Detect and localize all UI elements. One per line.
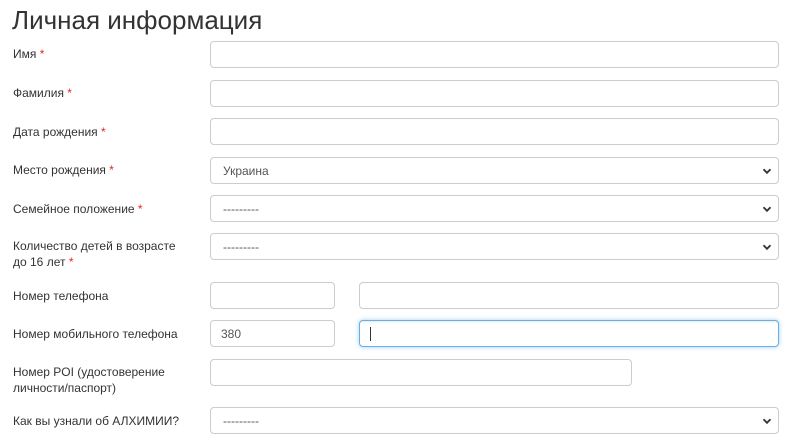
phone-label: Номер телефона [13,289,109,303]
chevron-down-icon [762,204,772,214]
last-name-label: Фамилия * [13,86,72,100]
children-count-selected: --------- [223,239,259,254]
first-name-input[interactable] [210,41,779,68]
birth-place-select[interactable]: Украина [210,157,779,184]
mobile-code-input[interactable] [210,320,335,347]
required-mark: * [101,125,106,139]
poi-input[interactable] [210,359,632,386]
last-name-input[interactable] [210,80,779,107]
first-name-label: Имя * [13,47,45,61]
required-mark: * [67,86,72,100]
phone-number-input[interactable] [359,282,779,309]
phone-code-input[interactable] [210,282,335,309]
birth-date-label: Дата рождения * [13,125,106,139]
required-mark: * [137,202,143,216]
mobile-number-input[interactable] [359,320,779,347]
birth-place-label: Место рождения * [13,163,114,177]
mobile-label: Номер мобильного телефона [13,327,178,341]
birth-date-input[interactable] [210,118,779,145]
poi-label: Номер POI (удостоверение личности/паспор… [13,365,165,395]
chevron-down-icon [762,166,772,176]
text-cursor [370,327,371,341]
children-count-select[interactable]: --------- [210,233,779,260]
referral-selected: --------- [223,413,259,428]
required-mark: * [39,47,45,61]
required-mark: * [109,163,114,177]
marital-status-selected: --------- [223,201,259,216]
marital-status-label: Семейное положение * [13,202,143,216]
referral-select[interactable]: --------- [210,407,779,434]
required-mark: * [68,255,74,269]
chevron-down-icon [762,416,772,426]
referral-label: Как вы узнали об АЛХИМИИ? [13,414,179,428]
marital-status-select[interactable]: --------- [210,195,779,222]
page-title: Личная информация [12,5,263,35]
chevron-down-icon [762,242,772,252]
children-count-label: Количество детей в возрасте до 16 лет * [13,239,176,269]
birth-place-selected: Украина [223,163,269,178]
